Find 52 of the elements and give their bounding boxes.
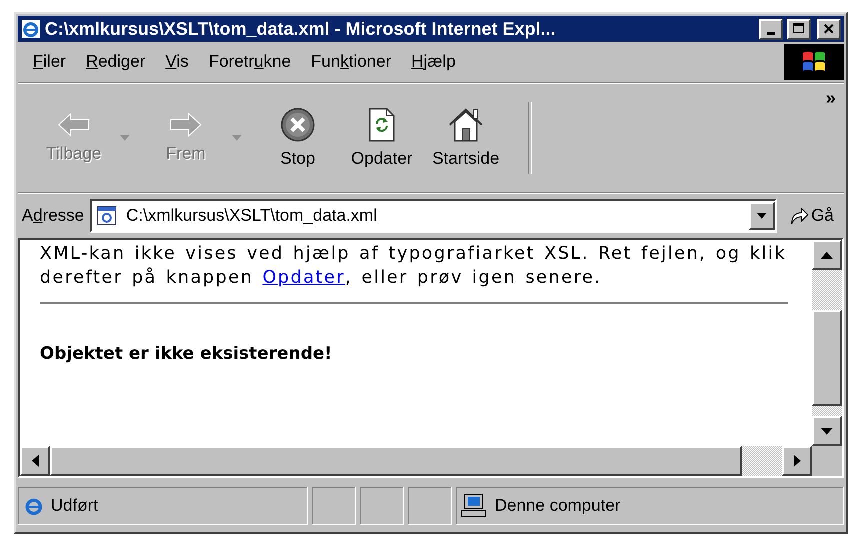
menu-item[interactable]: Hjælp xyxy=(402,48,465,76)
refresh-page-icon xyxy=(367,107,397,143)
status-pane xyxy=(360,487,404,525)
status-text: Udført xyxy=(51,496,98,516)
dropdown-button[interactable] xyxy=(749,202,776,230)
right-arrow-icon xyxy=(794,455,800,467)
menu-item[interactable]: Filer xyxy=(24,48,76,76)
scroll-up-button[interactable] xyxy=(812,240,842,270)
left-arrow-icon xyxy=(32,455,38,467)
window-title: C:\xmlkursus\XSLT\tom_data.xml - Microsoft Internet Expl... xyxy=(45,18,557,40)
status-pane xyxy=(408,487,452,525)
browser-icon xyxy=(21,19,41,39)
stop-button[interactable]: Stop xyxy=(256,98,340,178)
go-button[interactable]: Gå xyxy=(783,206,840,226)
menu-item[interactable]: Vis xyxy=(156,48,198,76)
scrollbar-corner xyxy=(812,446,842,476)
windows-logo xyxy=(784,44,844,80)
home-button[interactable]: Startside xyxy=(424,98,508,178)
minimize-button[interactable] xyxy=(759,18,783,40)
zone-text: Denne computer xyxy=(495,496,621,516)
close-icon xyxy=(823,23,835,35)
curved-arrow-icon xyxy=(789,206,810,226)
house-icon xyxy=(447,107,485,143)
scroll-left-button[interactable] xyxy=(20,446,50,476)
maximize-button[interactable] xyxy=(787,18,811,40)
minimize-icon xyxy=(767,32,775,34)
page-icon xyxy=(96,205,118,227)
maximize-icon xyxy=(793,23,805,35)
close-button[interactable] xyxy=(817,18,841,40)
refresh-link[interactable]: Opdater xyxy=(262,268,346,288)
scroll-down-button[interactable] xyxy=(812,416,842,446)
back-arrow-icon xyxy=(57,112,91,138)
address-field[interactable]: C:\xmlkursus\XSLT\tom_data.xml xyxy=(90,199,778,233)
address-value: C:\xmlkursus\XSLT\tom_data.xml xyxy=(126,206,378,226)
more-buttons-chevron[interactable]: » xyxy=(826,88,836,109)
address-label: Adresse xyxy=(22,206,84,226)
menu-item[interactable]: Funktioner xyxy=(302,48,400,76)
refresh-button[interactable]: Opdater xyxy=(340,98,424,178)
caret-icon xyxy=(757,213,768,219)
down-arrow-icon xyxy=(821,428,833,434)
scroll-thumb[interactable] xyxy=(812,310,842,406)
stop-icon xyxy=(280,107,316,143)
vertical-scrollbar[interactable] xyxy=(812,240,842,446)
menu-item[interactable]: Foretrukne xyxy=(200,48,300,76)
forward-arrow-icon xyxy=(169,112,203,138)
error-heading: Objektet er ikke eksisterende! xyxy=(40,344,334,364)
scroll-right-button[interactable] xyxy=(782,446,812,476)
computer-icon xyxy=(461,494,489,518)
up-arrow-icon xyxy=(821,252,833,258)
error-message-paragraph: XML-kan ikke vises ved hjælp af typografiarket XSL. Ret fejlen, og klik derefter på knappen Opdater, eller prøv igen senere. xyxy=(40,243,788,290)
menu-item[interactable]: Rediger xyxy=(77,48,155,76)
status-pane xyxy=(312,487,356,525)
